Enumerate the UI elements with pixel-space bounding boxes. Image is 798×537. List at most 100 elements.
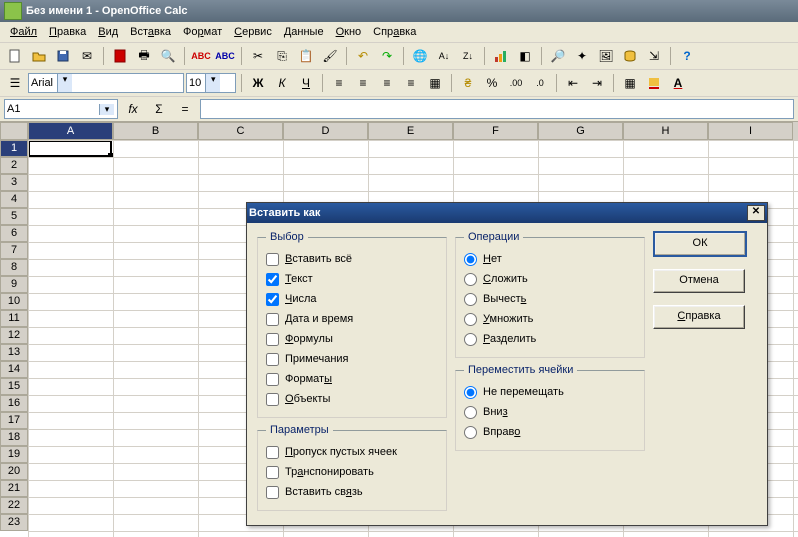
paste-icon[interactable]: 📋	[295, 45, 317, 67]
paintbrush-icon[interactable]: 🖌	[319, 45, 341, 67]
align-justify-icon[interactable]: ≡	[400, 72, 422, 94]
column-header[interactable]: H	[623, 122, 708, 140]
dialog-titlebar[interactable]: Вставить как ✕	[247, 203, 767, 223]
sum-icon[interactable]: Σ	[148, 98, 170, 120]
remove-decimal-icon[interactable]: .0	[529, 72, 551, 94]
menu-data[interactable]: Данные	[278, 24, 330, 40]
pdf-icon[interactable]	[109, 45, 131, 67]
column-header[interactable]: B	[113, 122, 198, 140]
operation-option[interactable]: Умножить	[464, 309, 636, 329]
selection-option[interactable]: Вставить всё	[266, 249, 438, 269]
row-header[interactable]: 10	[0, 293, 28, 310]
cell-reference-input[interactable]	[5, 103, 99, 115]
row-header[interactable]: 2	[0, 157, 28, 174]
checkbox-input[interactable]	[266, 466, 279, 479]
selection-option[interactable]: Примечания	[266, 349, 438, 369]
align-center-icon[interactable]: ≡	[352, 72, 374, 94]
menu-edit[interactable]: Правка	[43, 24, 92, 40]
menu-help[interactable]: Справка	[367, 24, 422, 40]
row-header[interactable]: 6	[0, 225, 28, 242]
selection-option[interactable]: Числа	[266, 289, 438, 309]
copy-icon[interactable]: ⎘	[271, 45, 293, 67]
underline-icon[interactable]: Ч	[295, 72, 317, 94]
show-draw-icon[interactable]: ◧	[514, 45, 536, 67]
shift-option[interactable]: Не перемещать	[464, 382, 636, 402]
radio-input[interactable]	[464, 313, 477, 326]
cancel-button[interactable]: Отмена	[653, 269, 745, 293]
row-header[interactable]: 23	[0, 514, 28, 531]
align-left-icon[interactable]: ≡	[328, 72, 350, 94]
row-header[interactable]: 14	[0, 361, 28, 378]
chevron-down-icon[interactable]: ▾	[57, 74, 72, 92]
checkbox-input[interactable]	[266, 393, 279, 406]
name-box[interactable]: ▾	[4, 99, 118, 119]
styles-icon[interactable]: ☰	[4, 72, 26, 94]
checkbox-input[interactable]	[266, 253, 279, 266]
zoom-icon[interactable]: ⇲	[643, 45, 665, 67]
equals-icon[interactable]: =	[174, 98, 196, 120]
column-header[interactable]: G	[538, 122, 623, 140]
datasources-icon[interactable]	[619, 45, 641, 67]
formula-input[interactable]	[200, 99, 794, 119]
row-header[interactable]: 13	[0, 344, 28, 361]
param-option[interactable]: Транспонировать	[266, 462, 438, 482]
undo-icon[interactable]: ↶	[352, 45, 374, 67]
column-header[interactable]: F	[453, 122, 538, 140]
new-doc-icon[interactable]	[4, 45, 26, 67]
column-header[interactable]: I	[708, 122, 793, 140]
checkbox-input[interactable]	[266, 486, 279, 499]
percent-icon[interactable]: %	[481, 72, 503, 94]
menu-file[interactable]: Файл	[4, 24, 43, 40]
row-header[interactable]: 16	[0, 395, 28, 412]
menu-window[interactable]: Окно	[330, 24, 368, 40]
row-header[interactable]: 21	[0, 480, 28, 497]
menu-format[interactable]: Формат	[177, 24, 228, 40]
cut-icon[interactable]: ✂	[247, 45, 269, 67]
print-icon[interactable]: 🖶	[133, 45, 155, 67]
bgcolor-icon[interactable]	[643, 72, 665, 94]
selection-option[interactable]: Текст	[266, 269, 438, 289]
sort-desc-icon[interactable]: Z↓	[457, 45, 479, 67]
checkbox-input[interactable]	[266, 333, 279, 346]
decrease-indent-icon[interactable]: ⇤	[562, 72, 584, 94]
param-option[interactable]: Пропуск пустых ячеек	[266, 442, 438, 462]
menu-insert[interactable]: Вставка	[124, 24, 177, 40]
currency-icon[interactable]: ₴	[457, 72, 479, 94]
radio-input[interactable]	[464, 273, 477, 286]
operation-option[interactable]: Вычесть	[464, 289, 636, 309]
checkbox-input[interactable]	[266, 353, 279, 366]
redo-icon[interactable]: ↷	[376, 45, 398, 67]
save-icon[interactable]	[52, 45, 74, 67]
gallery-icon[interactable]: 🖼	[595, 45, 617, 67]
spellcheck-icon[interactable]: ABC	[190, 45, 212, 67]
menu-view[interactable]: Вид	[92, 24, 124, 40]
radio-input[interactable]	[464, 333, 477, 346]
row-header[interactable]: 22	[0, 497, 28, 514]
add-decimal-icon[interactable]: .00	[505, 72, 527, 94]
shift-option[interactable]: Вниз	[464, 402, 636, 422]
operation-option[interactable]: Нет	[464, 249, 636, 269]
row-header[interactable]: 7	[0, 242, 28, 259]
fontcolor-icon[interactable]: A	[667, 72, 689, 94]
column-header[interactable]: A	[28, 122, 113, 140]
row-header[interactable]: 1	[0, 140, 28, 157]
selection-option[interactable]: Дата и время	[266, 309, 438, 329]
open-icon[interactable]	[28, 45, 50, 67]
ok-button[interactable]: ОК	[653, 231, 747, 257]
row-header[interactable]: 15	[0, 378, 28, 395]
autospell-icon[interactable]: ABC	[214, 45, 236, 67]
row-header[interactable]: 9	[0, 276, 28, 293]
align-right-icon[interactable]: ≡	[376, 72, 398, 94]
print-preview-icon[interactable]: 🔍	[157, 45, 179, 67]
checkbox-input[interactable]	[266, 313, 279, 326]
row-header[interactable]: 12	[0, 327, 28, 344]
radio-input[interactable]	[464, 426, 477, 439]
row-header[interactable]: 3	[0, 174, 28, 191]
bold-icon[interactable]: Ж	[247, 72, 269, 94]
chart-icon[interactable]	[490, 45, 512, 67]
chevron-down-icon[interactable]: ▾	[205, 74, 220, 92]
font-size-combo[interactable]: 10 ▾	[186, 73, 236, 93]
close-icon[interactable]: ✕	[747, 205, 765, 221]
function-wizard-icon[interactable]: fx	[122, 98, 144, 120]
checkbox-input[interactable]	[266, 293, 279, 306]
